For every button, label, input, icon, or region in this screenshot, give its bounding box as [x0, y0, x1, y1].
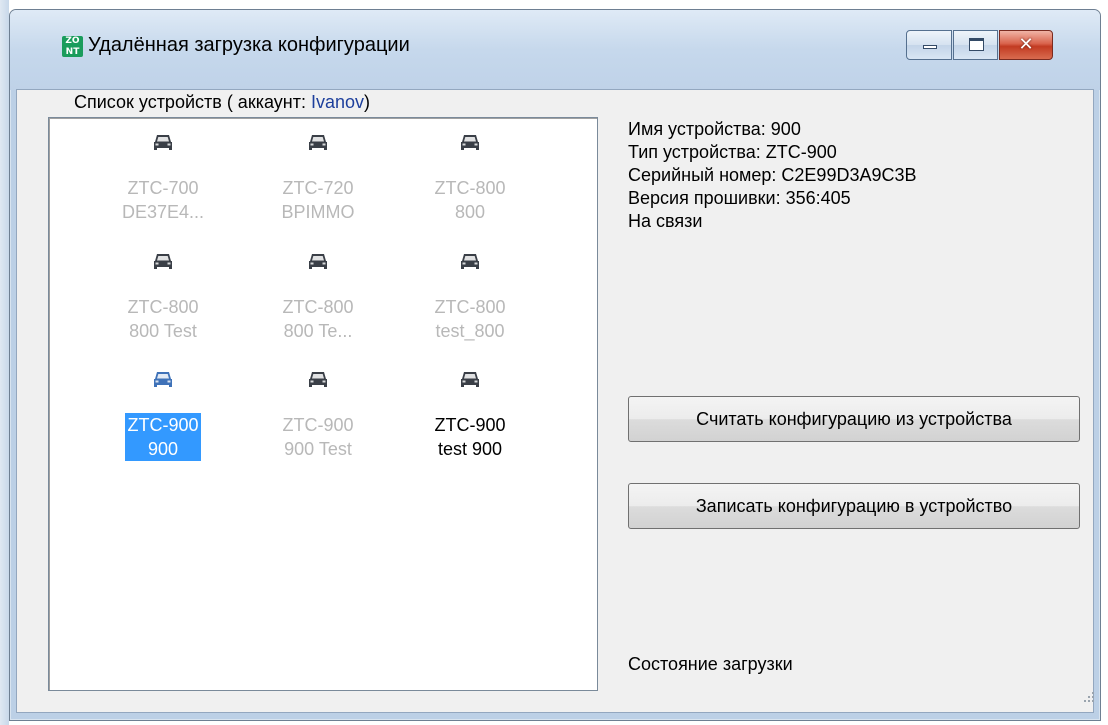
window-title: Удалённая загрузка конфигурации — [88, 34, 410, 56]
car-icon — [461, 135, 479, 150]
car-icon — [154, 135, 172, 150]
car-icon — [309, 372, 327, 387]
car-icon — [461, 372, 479, 387]
device-model: ZTC-720 — [282, 178, 354, 198]
device-list-label: Список устройств ( аккаунт: Ivanov) — [74, 92, 370, 113]
device-item[interactable]: ZTC-800 test_800 — [415, 251, 525, 343]
device-item[interactable]: ZTC-900 900 — [108, 369, 218, 461]
device-list-label-text: Список устройств ( аккаунт: — [74, 92, 306, 112]
device-model: ZTC-800 — [282, 297, 354, 317]
maximize-button[interactable] — [953, 30, 998, 60]
device-item[interactable]: ZTC-800 800 — [415, 132, 525, 224]
device-model: ZTC-900 — [434, 415, 506, 435]
device-nickname: 800 Te... — [283, 321, 353, 341]
device-type-info: Тип устройства: ZTC-900 — [628, 142, 837, 162]
device-model: ZTC-800 — [127, 297, 199, 317]
device-nickname: 800 — [454, 202, 486, 222]
minimize-button[interactable] — [906, 30, 952, 60]
car-icon — [309, 135, 327, 150]
close-button[interactable]: ✕ — [999, 30, 1053, 60]
resize-grip-icon[interactable] — [1080, 688, 1096, 704]
read-config-button[interactable]: Считать конфигурацию из устройства — [628, 396, 1080, 442]
device-label: ZTC-800 800 — [432, 176, 507, 224]
device-nickname: BPIMMO — [281, 202, 355, 222]
account-name: Ivanov — [310, 92, 365, 112]
device-label: ZTC-800 test_800 — [432, 295, 507, 343]
device-nickname: test_800 — [435, 321, 505, 341]
device-info-panel: Имя устройства: 900 Тип устройства: ZTC-… — [628, 118, 917, 233]
device-list-label-suffix: ) — [364, 92, 371, 112]
write-config-button[interactable]: Записать конфигурацию в устройство — [628, 483, 1080, 529]
device-item[interactable]: ZTC-700 DE37E4... — [108, 132, 218, 224]
close-icon: ✕ — [1018, 34, 1034, 55]
device-item[interactable]: ZTC-800 800 Te... — [263, 251, 373, 343]
device-model: ZTC-900 — [282, 415, 354, 435]
connection-status: На связи — [628, 211, 703, 231]
device-nickname: 800 Test — [129, 321, 197, 341]
background-window-edge — [0, 0, 9, 725]
device-label: ZTC-900 900 — [125, 413, 201, 461]
device-model: ZTC-700 — [127, 178, 199, 198]
car-icon — [461, 254, 479, 269]
device-list[interactable]: ZTC-700 DE37E4... ZTC-720 BPIMMO ZTC-800 800 Z… — [48, 117, 598, 691]
car-icon — [154, 372, 172, 387]
device-model: ZTC-800 — [434, 297, 506, 317]
firmware-version-info: Версия прошивки: 356:405 — [628, 188, 851, 208]
title-bar[interactable]: ZO NT Удалённая загрузка конфигурации ✕ — [10, 10, 1100, 90]
device-label: ZTC-700 DE37E4... — [120, 176, 206, 224]
device-label: ZTC-900 900 Test — [280, 413, 355, 461]
device-label: ZTC-800 800 Test — [125, 295, 200, 343]
device-item[interactable]: ZTC-900 900 Test — [263, 369, 373, 461]
device-label: ZTC-900 test 900 — [432, 413, 507, 461]
car-icon — [309, 254, 327, 269]
upload-status-label: Состояние загрузки — [628, 654, 793, 674]
serial-number-info: Серийный номер: C2E99D3A9C3B — [628, 165, 917, 185]
device-nickname: DE37E4... — [121, 202, 205, 222]
device-nickname: 900 — [147, 439, 179, 459]
device-item[interactable]: ZTC-900 test 900 — [415, 369, 525, 461]
car-icon — [154, 254, 172, 269]
zont-app-icon: ZO NT — [62, 36, 83, 57]
minimize-icon — [923, 45, 937, 49]
maximize-icon — [969, 38, 984, 51]
device-nickname: test 900 — [437, 439, 503, 459]
device-model: ZTC-800 — [434, 178, 506, 198]
device-name-info: Имя устройства: 900 — [628, 119, 801, 139]
device-nickname: 900 Test — [284, 439, 352, 459]
device-label: ZTC-800 800 Te... — [280, 295, 355, 343]
device-item[interactable]: ZTC-800 800 Test — [108, 251, 218, 343]
device-label: ZTC-720 BPIMMO — [279, 176, 356, 224]
device-item[interactable]: ZTC-720 BPIMMO — [263, 132, 373, 224]
device-model: ZTC-900 — [127, 415, 199, 435]
